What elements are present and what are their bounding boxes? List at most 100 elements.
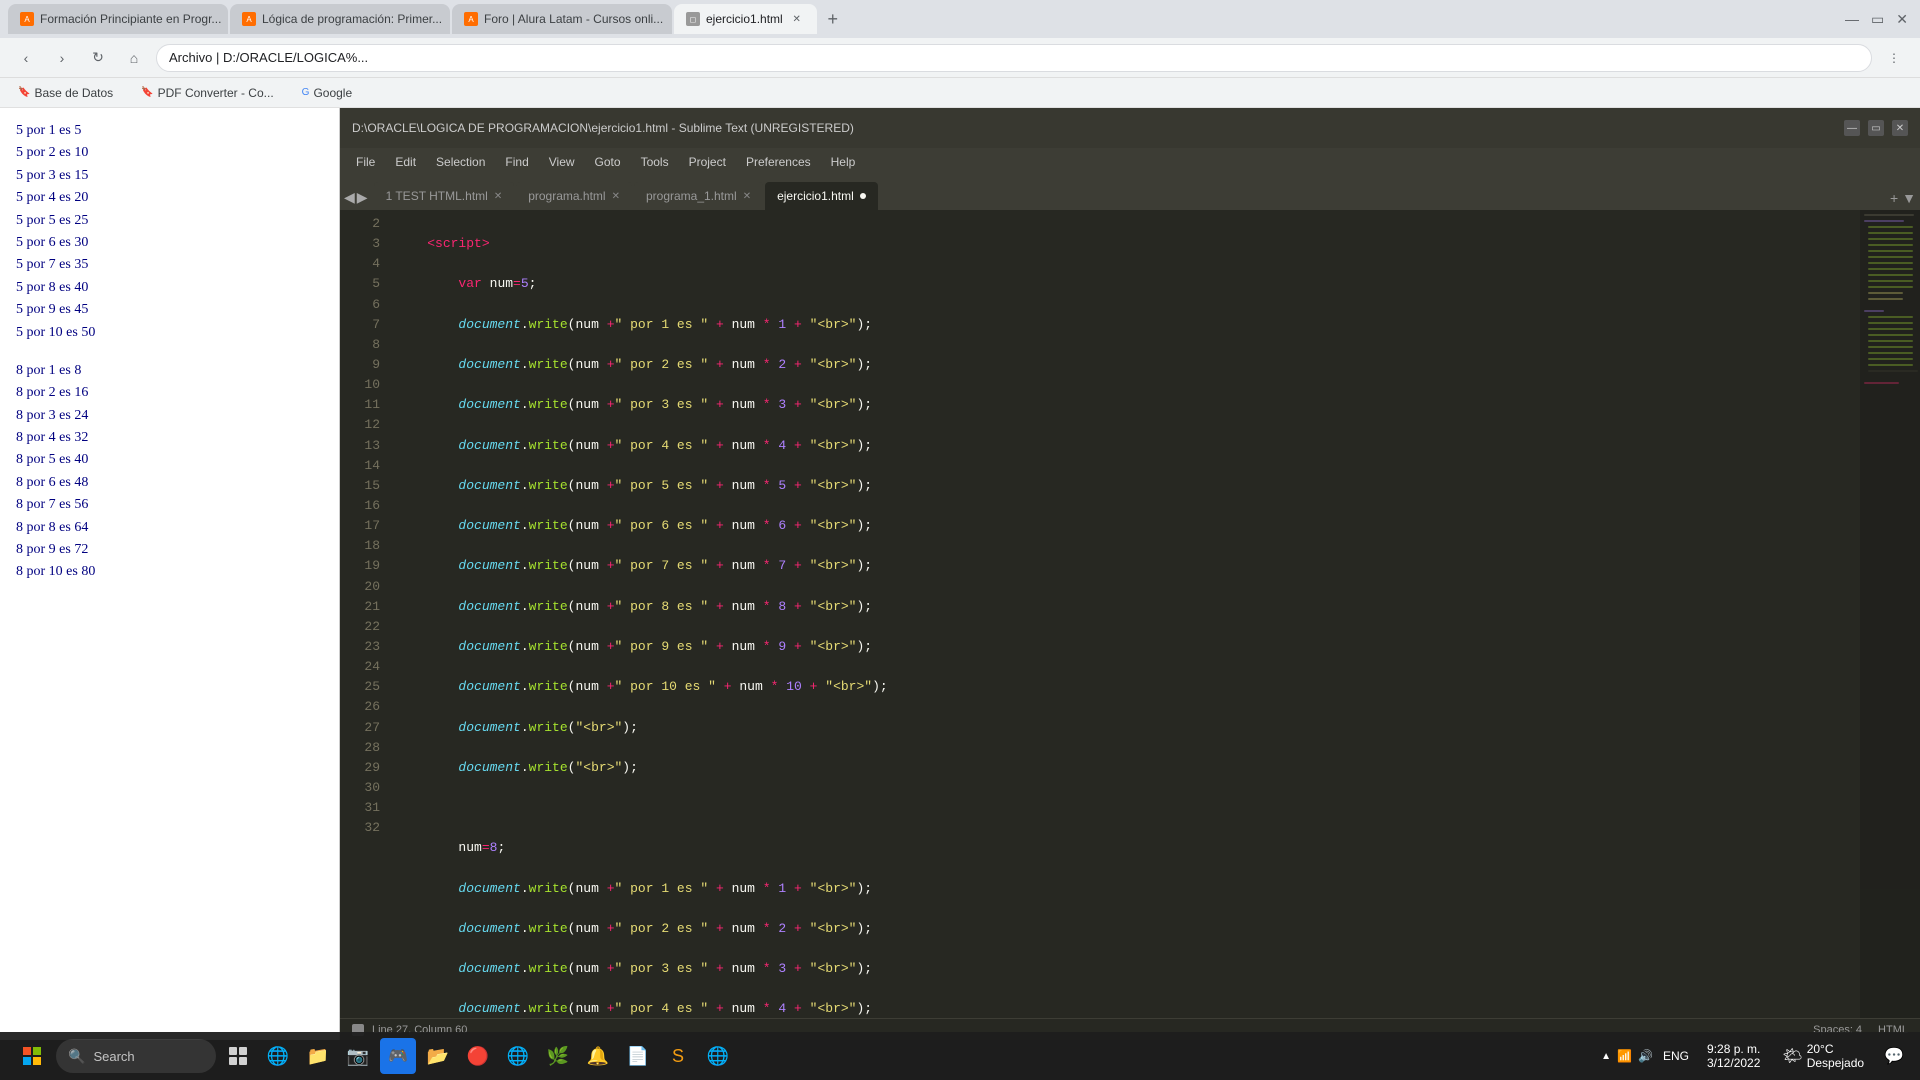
sublime-close-btn[interactable]: ✕ — [1892, 120, 1908, 136]
tab-1-close[interactable]: ✕ — [227, 11, 228, 27]
output-line: 8 por 6 es 48 — [16, 472, 323, 494]
menu-tools[interactable]: Tools — [633, 153, 677, 171]
menu-file[interactable]: File — [348, 153, 383, 171]
network-icon[interactable]: 📶 — [1617, 1049, 1632, 1063]
taskbar-right: ▲ 📶 🔊 ENG 9:28 p. m. 3/12/2022 🌤 20°C De… — [1601, 1040, 1908, 1072]
time-display: 9:28 p. m. — [1707, 1042, 1760, 1056]
tab-4[interactable]: ◻ ejercicio1.html ✕ — [674, 4, 817, 34]
code-editor[interactable]: <script> var num=5; document.write(num +… — [388, 210, 1860, 1018]
close-chrome-btn[interactable]: ✕ — [1892, 7, 1912, 32]
code-line-17: num=8; — [396, 838, 1860, 858]
weather-desc: Despejado — [1807, 1056, 1864, 1070]
weather-icon: 🌤 — [1782, 1046, 1802, 1066]
editor-tab-1-close[interactable]: ✕ — [494, 191, 502, 202]
bookmark-pdf-label: PDF Converter - Co... — [158, 86, 274, 100]
tab-1[interactable]: A Formación Principiante en Progr... ✕ — [8, 4, 228, 34]
tab-4-close[interactable]: ✕ — [789, 11, 805, 27]
output-line: 8 por 2 es 16 — [16, 382, 323, 404]
output-line: 5 por 7 es 35 — [16, 254, 323, 276]
refresh-button[interactable]: ↻ — [84, 44, 112, 72]
menu-view[interactable]: View — [541, 153, 583, 171]
start-button[interactable] — [12, 1036, 52, 1076]
output-line: 5 por 9 es 45 — [16, 299, 323, 321]
tab-3-close[interactable]: ✕ — [669, 11, 672, 27]
tab-dropdown-btn[interactable]: ▼ — [1902, 190, 1916, 206]
editor-tab-1[interactable]: 1 TEST HTML.html ✕ — [374, 182, 515, 210]
sublime-icon[interactable]: S — [660, 1038, 696, 1074]
search-icon: 🔍 — [68, 1048, 85, 1065]
output-line: 5 por 8 es 40 — [16, 277, 323, 299]
browser-icon[interactable]: 🌐 — [500, 1038, 536, 1074]
chrome-icon-2[interactable]: 🌐 — [700, 1038, 736, 1074]
notification-btn[interactable]: 💬 — [1880, 1042, 1908, 1070]
code-line-14: document.write("<br>"); — [396, 718, 1860, 738]
game-icon[interactable]: 🎮 — [380, 1038, 416, 1074]
bookmark-google[interactable]: G Google — [296, 84, 358, 102]
output-group-2: 8 por 1 es 8 8 por 2 es 16 8 por 3 es 24… — [16, 360, 323, 584]
code-line-7: document.write(num +" por 4 es " + num *… — [396, 436, 1860, 456]
notification-icon[interactable]: 🔔 — [580, 1038, 616, 1074]
add-tab-btn[interactable]: + — [1890, 190, 1898, 206]
temperature: 20°C — [1807, 1042, 1864, 1056]
code-line-11: document.write(num +" por 8 es " + num *… — [396, 597, 1860, 617]
editor-body: 23456 7891011 1213141516 1718192021 2223… — [340, 210, 1920, 1018]
minimize-chrome-btn[interactable]: — — [1841, 7, 1863, 31]
clock[interactable]: 9:28 p. m. 3/12/2022 — [1701, 1040, 1766, 1072]
sublime-menu-bar: File Edit Selection Find View Goto Tools… — [340, 148, 1920, 176]
pdf-icon[interactable]: 📄 — [620, 1038, 656, 1074]
bookmark-databases[interactable]: 🔖 Base de Datos — [12, 84, 119, 102]
code-line-10: document.write(num +" por 7 es " + num *… — [396, 556, 1860, 576]
home-button[interactable]: ⌂ — [120, 44, 148, 72]
forward-button[interactable]: › — [48, 44, 76, 72]
editor-tabs-right: + ▼ — [1890, 190, 1916, 210]
menu-help[interactable]: Help — [823, 153, 864, 171]
red-icon[interactable]: 🔴 — [460, 1038, 496, 1074]
camera-icon[interactable]: 📷 — [340, 1038, 376, 1074]
code-line-5: document.write(num +" por 2 es " + num *… — [396, 355, 1860, 375]
tab-3[interactable]: A Foro | Alura Latam - Cursos onli... ✕ — [452, 4, 672, 34]
editor-tab-2[interactable]: programa.html ✕ — [516, 182, 632, 210]
menu-find[interactable]: Find — [497, 153, 536, 171]
restore-chrome-btn[interactable]: ▭ — [1867, 7, 1888, 32]
bookmark-pdf[interactable]: 🔖 PDF Converter - Co... — [135, 84, 279, 102]
volume-icon[interactable]: 🔊 — [1638, 1049, 1653, 1063]
tab-2-close[interactable]: ✕ — [448, 11, 450, 27]
output-group-1: 5 por 1 es 5 5 por 2 es 10 5 por 3 es 15… — [16, 120, 323, 344]
menu-selection[interactable]: Selection — [428, 153, 493, 171]
extensions-button[interactable]: ⋮ — [1880, 44, 1908, 72]
weather-widget[interactable]: 🌤 20°C Despejado — [1774, 1040, 1872, 1072]
new-tab-button[interactable]: + — [819, 5, 847, 33]
code-line-4: document.write(num +" por 1 es " + num *… — [396, 315, 1860, 335]
back-button[interactable]: ‹ — [12, 44, 40, 72]
chrome-taskbar-icon[interactable]: 🌐 — [260, 1038, 296, 1074]
tab-nav-left[interactable]: ◀ — [344, 189, 355, 206]
menu-project[interactable]: Project — [681, 153, 734, 171]
output-line: 5 por 1 es 5 — [16, 120, 323, 142]
editor-tab-3[interactable]: programa_1.html ✕ — [634, 182, 763, 210]
code-line-20: document.write(num +" por 3 es " + num *… — [396, 959, 1860, 979]
leaf-icon[interactable]: 🌿 — [540, 1038, 576, 1074]
output-line: 5 por 5 es 25 — [16, 210, 323, 232]
menu-preferences[interactable]: Preferences — [738, 153, 819, 171]
address-bar[interactable]: Archivo | D:/ORACLE/LOGICA%... — [156, 44, 1872, 72]
editor-tab-1-label: 1 TEST HTML.html — [386, 189, 488, 203]
file-explorer-icon[interactable]: 📁 — [300, 1038, 336, 1074]
task-view-button[interactable] — [220, 1038, 256, 1074]
menu-goto[interactable]: Goto — [587, 153, 629, 171]
output-line: 5 por 4 es 20 — [16, 187, 323, 209]
editor-tab-3-close[interactable]: ✕ — [743, 191, 751, 202]
sublime-maximize-btn[interactable]: ▭ — [1868, 120, 1884, 136]
browser-chrome: A Formación Principiante en Progr... ✕ A… — [0, 0, 1920, 108]
editor-tab-4-modified-dot — [860, 193, 866, 199]
taskbar-search-box[interactable]: 🔍 Search — [56, 1039, 216, 1073]
tab-nav-right[interactable]: ▶ — [357, 189, 368, 206]
menu-edit[interactable]: Edit — [387, 153, 424, 171]
sublime-title-text: D:\ORACLE\LOGICA DE PROGRAMACION\ejercic… — [352, 121, 854, 135]
language-indicator[interactable]: ENG — [1659, 1047, 1693, 1065]
tab-2[interactable]: A Lógica de programación: Primer... ✕ — [230, 4, 450, 34]
files-icon[interactable]: 📂 — [420, 1038, 456, 1074]
sublime-minimize-btn[interactable]: — — [1844, 120, 1860, 136]
editor-tab-2-close[interactable]: ✕ — [612, 191, 620, 202]
editor-tab-4[interactable]: ejercicio1.html — [765, 182, 878, 210]
chevron-up-icon[interactable]: ▲ — [1601, 1051, 1611, 1062]
